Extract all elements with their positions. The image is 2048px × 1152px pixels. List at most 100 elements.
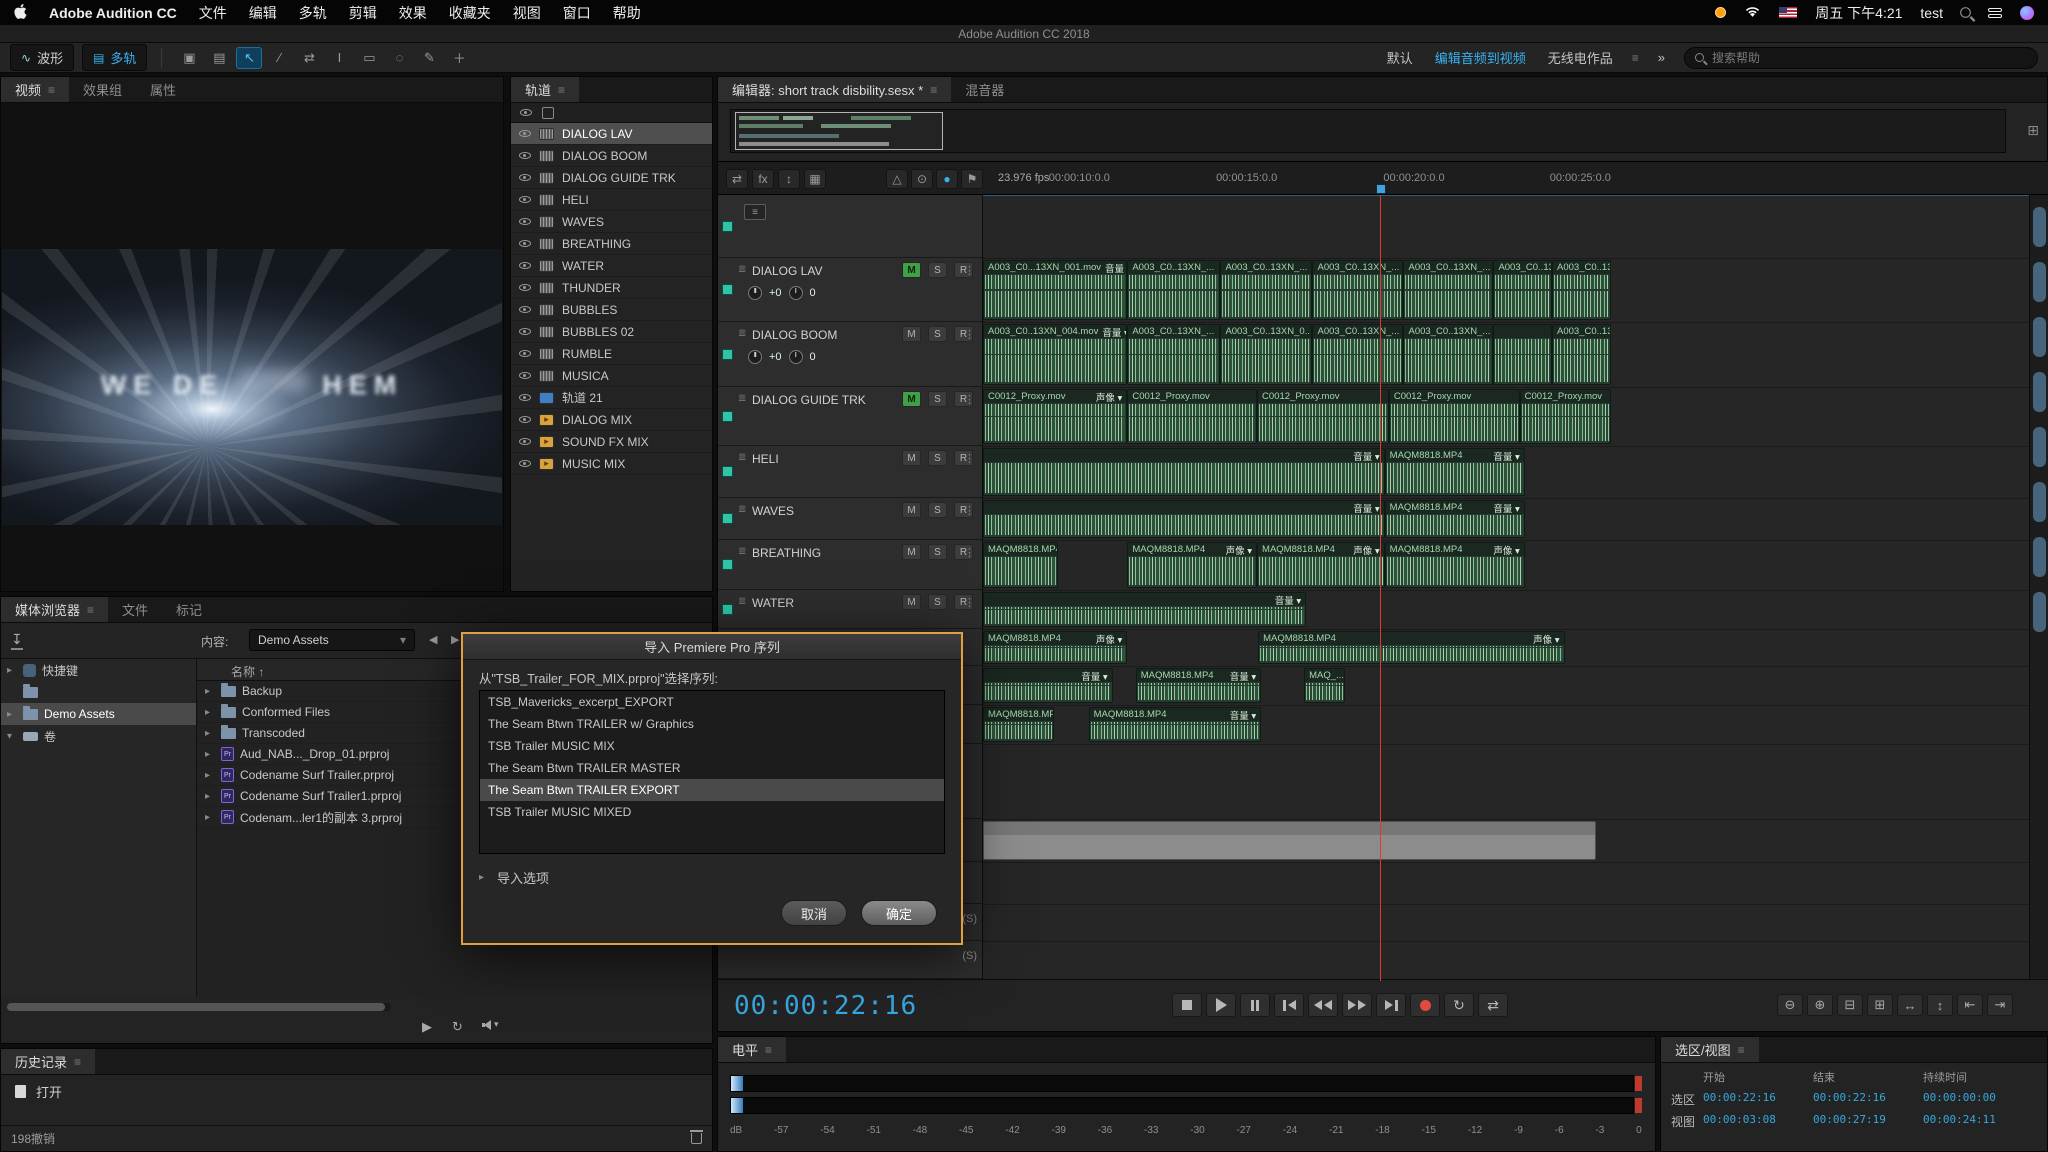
timeline-track-row[interactable]: MAQM8818.MP4音量 ▾ MAQM8818.MP4音量 ▾ (983, 706, 2029, 745)
record-mode-icon[interactable]: ● (936, 169, 958, 189)
rewind-button[interactable] (1308, 993, 1338, 1017)
snap-icon[interactable]: △ (886, 169, 908, 189)
mute-button[interactable]: M (902, 391, 921, 407)
sequence-list-item[interactable]: The Seam Btwn TRAILER MASTER (480, 757, 944, 779)
mute-button[interactable]: M (902, 594, 921, 610)
track-drag-handle[interactable]: ≣ (738, 264, 746, 275)
audio-clip[interactable]: A003_C0..13XN_... (1403, 324, 1493, 385)
clip-automation-dropdown[interactable]: 音量 ▾ (1353, 501, 1379, 514)
column-name[interactable]: 名称 ↑ (231, 663, 264, 680)
location-dropdown[interactable]: Demo Assets▾ (249, 629, 415, 651)
menubar-menu-item[interactable]: 剪辑 (349, 3, 377, 23)
playhead-handle[interactable] (1376, 184, 1386, 194)
marker-icon[interactable]: ⚑ (961, 169, 983, 189)
track-drag-handle[interactable]: ≣ (738, 504, 746, 515)
menubar-menu-item[interactable]: 编辑 (249, 3, 277, 23)
clip-automation-dropdown[interactable]: 声像 ▾ (1493, 543, 1519, 556)
track-list-item[interactable]: MUSICA (511, 365, 712, 387)
track-header-name[interactable]: DIALOG LAV (752, 264, 822, 278)
visibility-eye-icon[interactable] (519, 262, 531, 269)
wifi-icon[interactable] (1744, 5, 1761, 21)
disclosure-arrow-icon[interactable]: ▾ (7, 731, 17, 742)
zoom-in-h-icon[interactable]: ⊞ (1867, 994, 1893, 1016)
audio-clip[interactable]: C0012_Proxy.mov (1127, 389, 1257, 444)
clip-automation-dropdown[interactable]: 声像 ▾ (1096, 632, 1122, 645)
scrollbar-segment[interactable] (2033, 592, 2046, 632)
zoom-selection-icon[interactable]: ↔ (1897, 994, 1923, 1016)
volume-knob[interactable] (748, 286, 762, 300)
zoom-out-icon[interactable]: ⊖ (1777, 994, 1803, 1016)
visibility-eye-icon[interactable] (519, 460, 531, 467)
track-list-item[interactable]: BUBBLES (511, 299, 712, 321)
overview-zoom-icon[interactable]: ⊞ (2027, 122, 2039, 139)
timeline-track-row[interactable] (983, 745, 2029, 820)
scrollbar-segment[interactable] (2033, 372, 2046, 412)
fast-forward-button[interactable] (1342, 993, 1372, 1017)
audio-clip[interactable]: MAQM8818.MP4音量 ▾ (983, 707, 1054, 742)
menubar-menu-item[interactable]: 多轨 (299, 3, 327, 23)
clip-automation-dropdown[interactable]: 声像 ▾ (1533, 632, 1559, 645)
cancel-button[interactable]: 取消 (781, 900, 847, 926)
panel-menu-icon[interactable]: ≡ (558, 83, 565, 97)
timeline-track-row[interactable]: 音量 ▾ (983, 591, 2029, 630)
disclosure-arrow-icon[interactable]: ▸ (205, 770, 215, 781)
audio-clip[interactable]: A003_C0..13XN_... (1403, 260, 1493, 320)
track-options-icon[interactable]: ⋮ (964, 328, 975, 341)
input-language-flag-icon[interactable] (1779, 7, 1797, 18)
track-list-item[interactable]: ▸MUSIC MIX (511, 453, 712, 475)
audio-clip[interactable]: A003_C0..13XN... (1493, 260, 1552, 320)
panel-menu-icon[interactable]: ≡ (74, 1055, 81, 1069)
scrollbar-segment[interactable] (2033, 537, 2046, 577)
visibility-eye-icon[interactable] (519, 438, 531, 445)
visibility-eye-icon[interactable] (519, 394, 531, 401)
tab-mixer[interactable]: 混音器 (951, 77, 1018, 102)
track-drag-handle[interactable]: ≣ (738, 328, 746, 339)
sequence-list-item[interactable]: The Seam Btwn TRAILER w/ Graphics (480, 713, 944, 735)
timeline-track-row[interactable] (983, 942, 2029, 980)
goto-end-button[interactable] (1376, 993, 1406, 1017)
clip-automation-dropdown[interactable]: 音量 ▾ (1105, 261, 1126, 274)
help-search-field[interactable]: 搜索帮助 (1684, 47, 2038, 69)
session-overview-strip[interactable]: ⊞ (730, 109, 2006, 153)
audio-clip[interactable]: A003_C0..13XN_... (1127, 324, 1220, 385)
menubar-menu-item[interactable]: 帮助 (613, 3, 641, 23)
menubar-clock[interactable]: 周五 下午4:21 (1815, 3, 1902, 23)
audio-clip[interactable]: MAQM8818.MP4声像 ▾ (1258, 631, 1564, 664)
audio-clip[interactable]: MAQM8818.MP4音量 ▾ (1089, 707, 1262, 742)
solo-button[interactable]: S (928, 391, 947, 407)
forward-arrow-icon[interactable]: ▶ (451, 633, 459, 646)
history-panel-tab[interactable]: 历史记录≡ (1, 1049, 95, 1074)
audio-clip[interactable]: A003_C0..13XN_004.mov音量 ▾ (983, 324, 1127, 385)
solo-button[interactable]: S (928, 262, 947, 278)
pan-knob[interactable] (789, 286, 803, 300)
paintbrush-tool-icon[interactable]: ✎ (416, 47, 442, 69)
video-panel-tab[interactable]: 视频≡ (1, 77, 69, 102)
import-icon[interactable]: ↧ (11, 631, 23, 650)
audio-clip[interactable]: MAQM8818.MP4音量 ▾ (1385, 500, 1525, 538)
track-drag-handle[interactable]: ≣ (738, 546, 746, 557)
timeline-track-row[interactable]: MAQM8818.MP4声像 ▾MAQM8818.MP4声像 ▾ (983, 630, 2029, 667)
media-browser-tab[interactable]: 标记 (162, 597, 216, 622)
volume-knob[interactable] (748, 350, 762, 364)
video-track-mini-button[interactable]: ≡ (744, 204, 766, 220)
menubar-menu-item[interactable]: 窗口 (563, 3, 591, 23)
sequence-list-item[interactable]: The Seam Btwn TRAILER EXPORT (480, 779, 944, 801)
disclosure-arrow-icon[interactable]: ▸ (205, 728, 215, 739)
visibility-eye-icon[interactable] (519, 152, 531, 159)
track-list-item[interactable]: RUMBLE (511, 343, 712, 365)
track-header-name[interactable]: BREATHING (752, 546, 821, 560)
audio-clip[interactable]: 音量 ▾ (983, 500, 1385, 538)
timeline-track-row[interactable] (983, 905, 2029, 942)
visibility-eye-icon[interactable] (519, 284, 531, 291)
audio-clip[interactable]: C0012_Proxy.mov声像 ▾ (983, 389, 1127, 444)
history-item[interactable]: 打开 (1, 1079, 712, 1103)
workspace-overflow-button[interactable]: » (1649, 47, 1674, 68)
track-options-icon[interactable]: ⋮ (964, 504, 975, 517)
disclosure-arrow-icon[interactable]: ▸ (205, 707, 215, 718)
visibility-eye-icon[interactable] (519, 174, 531, 181)
visibility-eye-icon[interactable] (519, 416, 531, 423)
clip-automation-dropdown[interactable]: 音量 ▾ (1493, 449, 1519, 462)
waveform-mode-button[interactable]: ∿ 波形 (10, 44, 74, 71)
disclosure-arrow-icon[interactable]: ▸ (7, 709, 17, 720)
visibility-eye-icon[interactable] (519, 328, 531, 335)
